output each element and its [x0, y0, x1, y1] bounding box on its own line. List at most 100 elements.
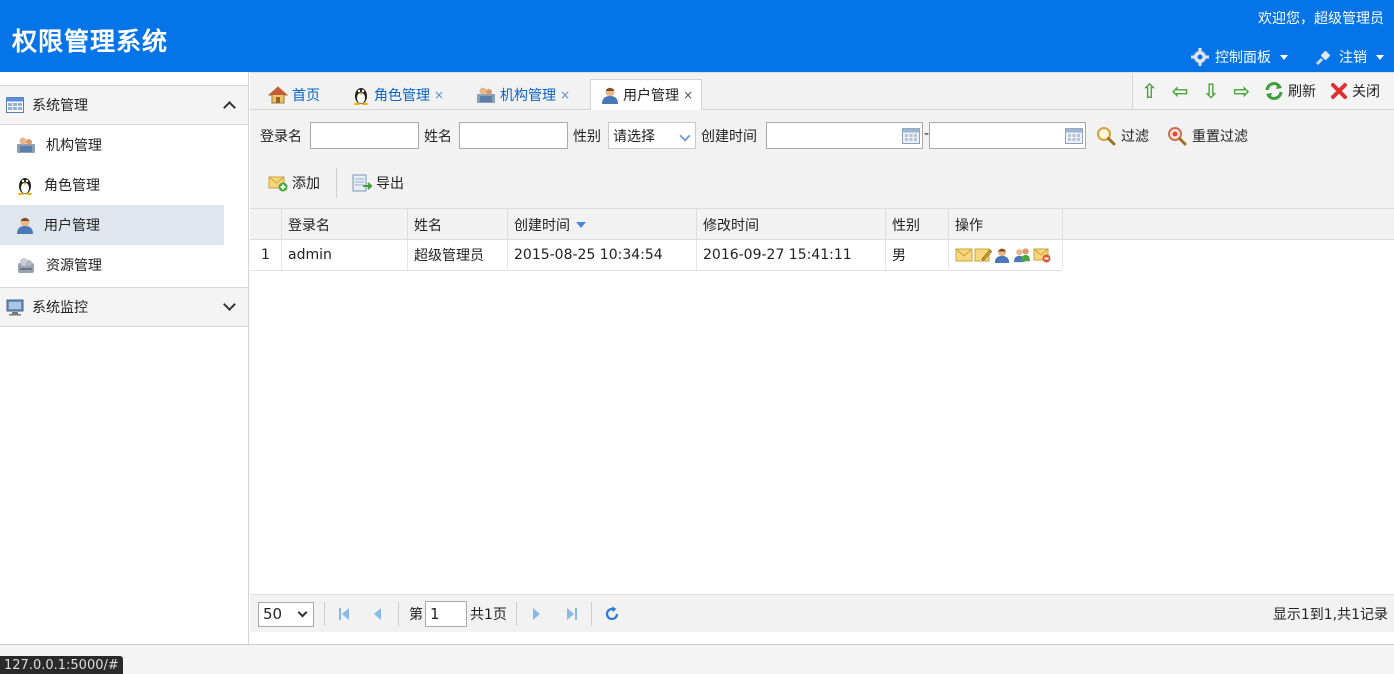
column-header-name[interactable]: 姓名 [408, 209, 508, 240]
home-icon [268, 86, 288, 104]
control-panel-menu[interactable]: 控制面板 [1190, 47, 1288, 67]
chevron-down-icon [679, 130, 691, 142]
sidebar-group-label: 系统管理 [32, 98, 88, 114]
reload-button[interactable] [604, 595, 620, 633]
chevron-down-icon [1280, 54, 1288, 60]
tab-org-management[interactable]: 机构管理 × [476, 79, 570, 111]
red-x-icon [1331, 83, 1347, 99]
pager-separator [591, 602, 592, 626]
arrow-up-icon[interactable]: ⇧ [1141, 81, 1158, 101]
logout-label: 注销 [1339, 50, 1367, 66]
created-start-input[interactable] [766, 122, 923, 149]
prev-page-icon [374, 608, 381, 620]
tab-bar: 首页 角色管理 × 机构管理 × 用户管理 × ⇧ ⇦ ⇩ ⇨ 刷新 关闭 [250, 72, 1394, 111]
reset-filter-label: 重置过滤 [1192, 128, 1248, 145]
column-header-created[interactable]: 创建时间 [508, 209, 697, 240]
sidebar-item-org[interactable]: 机构管理 [0, 125, 224, 165]
delete-icon[interactable] [1033, 247, 1051, 263]
cell-gender: 男 [886, 240, 949, 270]
tab-user-management[interactable]: 用户管理 × [590, 79, 703, 111]
tab-label: 用户管理 [623, 88, 679, 104]
column-header-modified[interactable]: 修改时间 [697, 209, 886, 240]
cell-login: admin [282, 240, 408, 270]
created-end-input[interactable] [929, 122, 1086, 149]
tab-label: 角色管理 [374, 88, 430, 104]
view-icon[interactable] [955, 247, 973, 263]
welcome-text: 欢迎您，超级管理员 [1258, 11, 1384, 27]
close-icon[interactable]: × [434, 88, 444, 102]
chevron-up-icon [223, 101, 236, 114]
close-all-button[interactable]: 关闭 [1330, 81, 1380, 101]
prev-page-button[interactable] [372, 595, 382, 633]
cell-actions [949, 240, 1063, 270]
row-number: 1 [250, 240, 282, 270]
add-icon [268, 176, 288, 192]
user-icon[interactable] [993, 247, 1011, 263]
last-page-button[interactable] [566, 595, 578, 633]
app-header: 权限管理系统 欢迎您，超级管理员 控制面板 注销 [0, 0, 1394, 72]
gear-icon [1191, 48, 1209, 66]
export-button-label: 导出 [376, 176, 404, 192]
add-button[interactable]: 添加 [268, 170, 320, 196]
page-size-select[interactable]: 50 [258, 595, 314, 633]
edit-icon[interactable] [974, 247, 992, 263]
sidebar: 系统管理 机构管理 角色管理 用户管理 资源管理 系统监控 [0, 72, 249, 644]
tab-home[interactable]: 首页 [268, 79, 320, 111]
column-header-gender[interactable]: 性别 [886, 209, 949, 240]
page-size-value: 50 [263, 605, 283, 623]
cell-created: 2015-08-25 10:34:54 [508, 240, 697, 270]
last-page-icon [567, 608, 577, 620]
table-row[interactable]: 1 admin 超级管理员 2015-08-25 10:34:54 2016-0… [250, 240, 1063, 271]
sidebar-group-label: 系统监控 [32, 300, 88, 316]
login-name-label: 登录名 [260, 129, 302, 145]
tab-label: 首页 [292, 88, 320, 104]
sidebar-item-user[interactable]: 用户管理 [0, 205, 224, 245]
tab-role-management[interactable]: 角色管理 × [352, 79, 444, 111]
close-label: 关闭 [1352, 84, 1380, 100]
monitor-icon [6, 299, 24, 315]
sidebar-item-role[interactable]: 角色管理 [0, 165, 224, 205]
arrow-right-icon[interactable]: ⇨ [1233, 81, 1250, 101]
sidebar-group-system-management[interactable]: 系统管理 [0, 85, 248, 125]
sidebar-item-label: 用户管理 [44, 218, 100, 234]
name-input[interactable] [459, 122, 568, 149]
refresh-label: 刷新 [1288, 84, 1316, 100]
login-name-input[interactable] [310, 122, 419, 149]
search-reset-icon [1168, 126, 1187, 145]
gender-select[interactable]: 请选择 [608, 122, 696, 149]
close-icon[interactable]: × [560, 88, 570, 102]
filter-button[interactable]: 过滤 [1096, 122, 1149, 149]
add-button-label: 添加 [292, 176, 320, 192]
sidebar-item-label: 资源管理 [46, 258, 102, 274]
role-assign-icon[interactable] [1012, 247, 1032, 263]
sidebar-item-resource[interactable]: 资源管理 [0, 245, 224, 285]
calendar-icon[interactable] [902, 127, 920, 144]
column-header-actions[interactable]: 操作 [949, 209, 1063, 240]
page-number-input[interactable]: 1 [425, 595, 467, 633]
created-time-label: 创建时间 [701, 129, 757, 145]
export-icon [352, 174, 372, 192]
arrow-down-icon[interactable]: ⇩ [1202, 81, 1219, 101]
penguin-icon [18, 178, 32, 195]
close-icon[interactable]: × [683, 88, 693, 102]
calendar-icon[interactable] [1065, 127, 1083, 144]
next-page-button[interactable] [532, 595, 542, 633]
export-button[interactable]: 导出 [352, 170, 404, 196]
refresh-button[interactable]: 刷新 [1264, 81, 1316, 101]
next-page-icon [533, 608, 540, 620]
grid-icon [6, 97, 24, 113]
sidebar-item-label: 机构管理 [46, 138, 102, 154]
column-header-login[interactable]: 登录名 [282, 209, 408, 240]
gender-select-value: 请选择 [613, 128, 655, 145]
sidebar-group-system-monitor[interactable]: 系统监控 [0, 287, 248, 327]
first-page-button[interactable] [338, 595, 350, 633]
page-bottom-strip [0, 644, 1394, 674]
logout-menu[interactable]: 注销 [1314, 47, 1384, 67]
rownum-header [250, 209, 282, 240]
chevron-down-icon [1376, 54, 1384, 60]
user-icon [17, 217, 33, 234]
reset-filter-button[interactable]: 重置过滤 [1167, 122, 1248, 149]
arrow-left-icon[interactable]: ⇦ [1172, 81, 1189, 101]
cell-name: 超级管理员 [408, 240, 508, 270]
name-label: 姓名 [424, 129, 452, 145]
